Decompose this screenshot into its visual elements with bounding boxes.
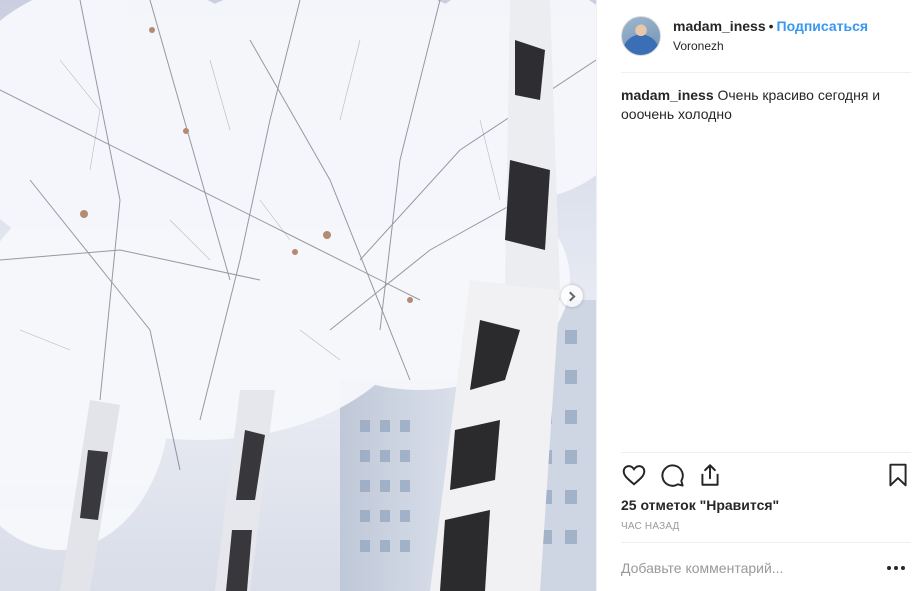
divider xyxy=(621,542,911,543)
avatar[interactable] xyxy=(621,16,661,56)
more-icon xyxy=(887,566,891,570)
divider xyxy=(621,452,911,453)
share-button[interactable] xyxy=(697,462,723,488)
post-header: madam_iness • Подписаться Voronezh xyxy=(621,14,911,62)
more-options-button[interactable] xyxy=(887,560,909,576)
separator-dot: • xyxy=(768,18,774,34)
caption: madam_iness Очень красиво сегодня и оооч… xyxy=(621,86,893,124)
location-link[interactable]: Voronezh xyxy=(673,39,724,53)
follow-button[interactable]: Подписаться xyxy=(777,18,869,34)
chevron-right-icon xyxy=(565,291,576,301)
comment-input[interactable] xyxy=(621,556,871,580)
bookmark-icon xyxy=(889,463,907,487)
user-line: madam_iness • Подписаться xyxy=(673,18,868,34)
like-button[interactable] xyxy=(621,462,647,488)
action-bar xyxy=(621,462,911,488)
share-icon xyxy=(701,464,719,486)
divider xyxy=(621,72,911,73)
post-timestamp[interactable]: час назад xyxy=(621,521,680,532)
next-photo-button[interactable] xyxy=(561,285,583,307)
post-photo[interactable] xyxy=(0,0,596,591)
caption-username[interactable]: madam_iness xyxy=(621,87,714,103)
more-icon xyxy=(894,566,898,570)
winter-trees-photo xyxy=(0,0,596,591)
comment-icon xyxy=(661,464,684,487)
post-side-panel: madam_iness • Подписаться Voronezh madam_i… xyxy=(596,0,924,591)
save-button[interactable] xyxy=(885,462,911,488)
heart-icon xyxy=(622,465,646,486)
more-icon xyxy=(901,566,905,570)
username-link[interactable]: madam_iness xyxy=(673,18,766,34)
likes-count[interactable]: 25 отметок "Нравится" xyxy=(621,497,779,513)
comment-button[interactable] xyxy=(659,462,685,488)
